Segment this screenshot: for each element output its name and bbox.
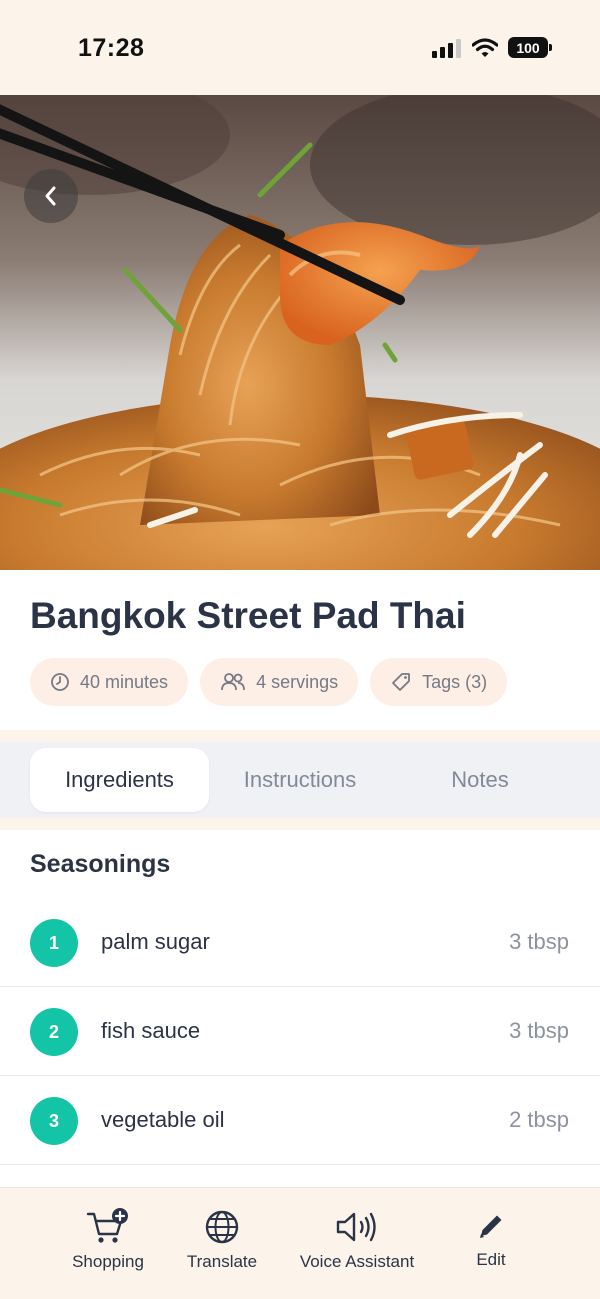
servings-label: 4 servings bbox=[256, 671, 339, 692]
tags-chip[interactable]: Tags (3) bbox=[370, 658, 508, 706]
ingredient-row: 3 vegetable oil 2 tbsp bbox=[0, 1076, 600, 1165]
cook-time-chip: 40 minutes bbox=[30, 658, 189, 706]
servings-chip: 4 servings bbox=[200, 658, 359, 706]
ingredient-number: 3 bbox=[30, 1097, 78, 1145]
status-time: 17:28 bbox=[78, 34, 145, 62]
edit-label: Edit bbox=[476, 1250, 506, 1269]
ingredient-row: 1 palm sugar 3 tbsp bbox=[0, 898, 600, 987]
pencil-icon bbox=[480, 1215, 502, 1238]
ingredient-name: fish sauce bbox=[101, 1018, 201, 1043]
voice-assistant-button[interactable]: Voice Assistant bbox=[292, 1208, 422, 1272]
signal-icon bbox=[432, 38, 461, 58]
cook-time-label: 40 minutes bbox=[80, 671, 169, 692]
ingredients-panel: Seasonings 1 palm sugar 3 tbsp 2 fish sa… bbox=[0, 830, 600, 1187]
wifi-icon bbox=[472, 37, 498, 57]
globe-icon bbox=[205, 1210, 239, 1244]
tag-icon bbox=[392, 673, 411, 691]
tab-ingredients[interactable]: Ingredients bbox=[30, 748, 209, 812]
recipe-title: Bangkok Street Pad Thai bbox=[30, 595, 466, 636]
chevron-left-icon bbox=[45, 186, 56, 206]
recipe-hero-image bbox=[0, 95, 600, 570]
speaker-icon bbox=[336, 1212, 376, 1242]
bottom-toolbar: Shopping Translate Voice Assistant Edit bbox=[0, 1187, 600, 1299]
ingredient-name: vegetable oil bbox=[101, 1107, 225, 1132]
tab-instructions[interactable]: Instructions bbox=[210, 748, 390, 812]
recipe-meta-chips: 40 minutes 4 servings Tags (3) bbox=[30, 658, 508, 706]
ingredient-quantity: 2 tbsp bbox=[509, 1107, 569, 1132]
clock-icon bbox=[51, 673, 69, 691]
status-icons: 100 bbox=[432, 37, 552, 58]
back-button[interactable] bbox=[24, 169, 78, 223]
pad-thai-photo bbox=[0, 95, 600, 570]
ingredient-name: palm sugar bbox=[101, 929, 210, 954]
status-bar: 17:28 100 bbox=[0, 0, 600, 95]
ingredient-number: 1 bbox=[30, 919, 78, 967]
battery-indicator: 100 bbox=[508, 37, 552, 58]
section-title: Seasonings bbox=[30, 850, 171, 878]
translate-button[interactable]: Translate bbox=[182, 1208, 262, 1272]
tags-label: Tags (3) bbox=[422, 671, 488, 692]
ingredient-number: 2 bbox=[30, 1008, 78, 1056]
cart-plus-icon bbox=[86, 1208, 128, 1243]
shopping-label: Shopping bbox=[72, 1252, 144, 1271]
tab-ingredients-label: Ingredients bbox=[65, 767, 174, 792]
ingredient-quantity: 3 tbsp bbox=[509, 1018, 569, 1043]
ingredient-quantity: 3 tbsp bbox=[509, 929, 569, 954]
ingredient-row: 2 fish sauce 3 tbsp bbox=[0, 987, 600, 1076]
translate-label: Translate bbox=[186, 1252, 258, 1271]
shopping-button[interactable]: Shopping bbox=[68, 1208, 148, 1272]
edit-button[interactable]: Edit bbox=[452, 1208, 530, 1270]
users-icon bbox=[221, 673, 245, 691]
tab-notes[interactable]: Notes bbox=[390, 748, 570, 812]
recipe-tabs: Ingredients Instructions Notes bbox=[0, 742, 600, 818]
tab-notes-label: Notes bbox=[451, 767, 509, 792]
tab-instructions-label: Instructions bbox=[243, 767, 357, 792]
voice-assistant-label: Voice Assistant bbox=[299, 1252, 415, 1271]
